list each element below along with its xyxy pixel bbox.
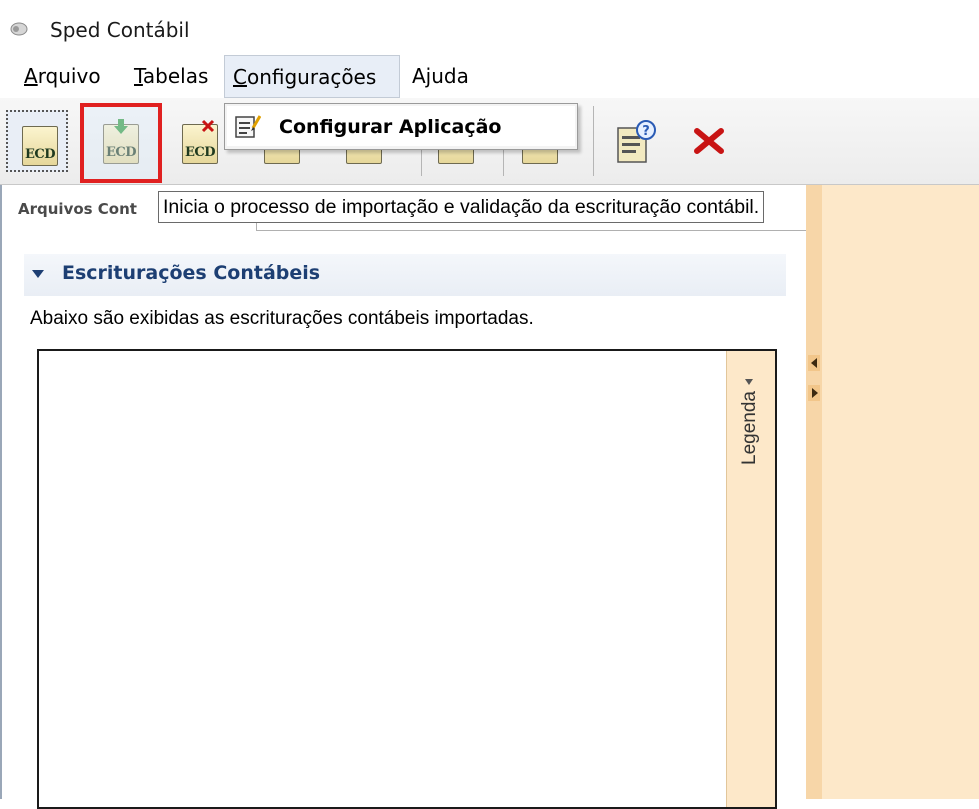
legend-arrow-icon	[745, 379, 753, 385]
menu-bar: Arquivo Tabelas Configurações Ajuda	[0, 55, 979, 98]
tab-arquivos-contabeis[interactable]: Arquivos Cont	[18, 200, 137, 218]
toolbar-separator	[593, 106, 594, 176]
remove-ecd-button[interactable]: ECD	[168, 110, 230, 172]
menu-item-configurar-aplicacao[interactable]: Configurar Aplicação	[227, 106, 575, 146]
help-document-icon: ?	[617, 120, 656, 163]
configuracoes-dropdown: Configurar Aplicação	[224, 103, 578, 150]
expand-right-button[interactable]	[808, 385, 820, 401]
menu-configuracoes[interactable]: Configurações	[224, 55, 400, 98]
open-ecd-button[interactable]: ECD	[6, 110, 68, 172]
window-title: Sped Contábil	[50, 18, 190, 42]
configure-document-icon	[235, 115, 261, 138]
configurar-aplicacao-label: Configurar Aplicação	[279, 116, 502, 138]
side-panel	[806, 185, 979, 799]
legend-label: Legenda	[739, 391, 760, 465]
escrituracoes-list[interactable]: Legenda	[37, 349, 777, 809]
import-tooltip: Inicia o processo de importação e valida…	[158, 191, 765, 223]
tab-underline	[256, 230, 806, 231]
side-rail	[806, 185, 822, 799]
exit-button[interactable]	[678, 110, 740, 172]
ecd-icon-label: ECD	[24, 147, 56, 162]
arrow-left-icon	[811, 358, 817, 368]
svg-text:?: ?	[642, 124, 650, 139]
app-icon	[10, 22, 28, 36]
ecd-icon-label: ECD	[184, 145, 216, 160]
red-x-icon	[201, 119, 215, 133]
menu-arquivo[interactable]: Arquivo	[16, 55, 109, 98]
section-description: Abaixo são exibidas as escriturações con…	[30, 308, 534, 329]
collapse-arrow-icon[interactable]	[32, 270, 44, 278]
help-button[interactable]: ?	[604, 110, 666, 172]
arrow-right-icon	[812, 388, 818, 398]
legend-strip[interactable]: Legenda	[726, 351, 775, 807]
highlight-import-button	[80, 103, 162, 183]
menu-tabelas[interactable]: Tabelas	[126, 55, 216, 98]
ecd-document-icon: ECD	[22, 126, 58, 166]
menu-ajuda[interactable]: Ajuda	[404, 55, 477, 98]
section-title: Escriturações Contábeis	[62, 262, 321, 284]
ecd-remove-icon: ECD	[182, 119, 218, 164]
collapse-left-button[interactable]	[808, 355, 820, 371]
section-header[interactable]: Escriturações Contábeis	[24, 254, 786, 296]
title-bar: Sped Contábil	[0, 0, 979, 48]
close-icon	[694, 128, 724, 154]
